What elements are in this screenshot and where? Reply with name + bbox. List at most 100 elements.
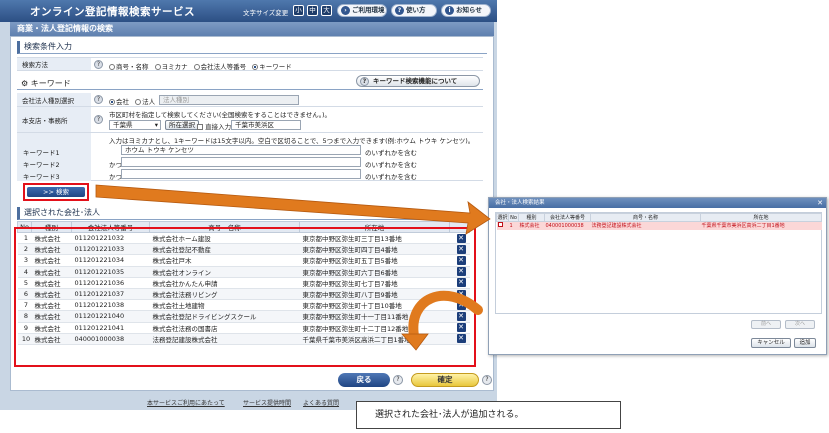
option-company-label: 会社 bbox=[116, 98, 129, 106]
footer-link-faq[interactable]: よくある質問 bbox=[303, 398, 339, 407]
option-name-label: 商号・名称 bbox=[116, 63, 149, 71]
keyword-3-input[interactable] bbox=[121, 169, 361, 179]
keyword-3-suffix: のいずれかを含む bbox=[365, 173, 417, 181]
dlg-col-name: 商号・名称 bbox=[590, 213, 701, 222]
dialog-result-row[interactable]: 1 株式会社 040001000038 法務登記建設株式会社 千葉県千葉市美浜区… bbox=[496, 221, 822, 230]
prefecture-value: 千葉県 bbox=[113, 121, 133, 129]
radio-name[interactable] bbox=[109, 64, 115, 70]
corp-type-select[interactable]: 法人種別 bbox=[159, 95, 299, 105]
dialog-cancel-button[interactable]: キャンセル bbox=[751, 338, 791, 348]
radio-kana[interactable] bbox=[154, 64, 161, 70]
news-button-label: お知らせ bbox=[456, 6, 482, 14]
company-type-row: 会社法人種別選択 ? 会社 法人 法人種別 bbox=[17, 93, 483, 107]
search-method-options: 商号・名称 ヨミカナ 会社法人等番号 キーワード bbox=[109, 61, 292, 71]
direct-input-checkbox[interactable] bbox=[197, 124, 203, 130]
dlg-no: 1 bbox=[508, 221, 519, 230]
keyword-hint: 入力はヨミカナとし、1キーワードは15文字以内。空白で区切ることで、5つまで入力… bbox=[109, 137, 475, 145]
option-kana-label: ヨミカナ bbox=[161, 63, 188, 71]
office-label: 本支店・事務所 bbox=[17, 107, 91, 132]
dlg-address: 千葉県千葉市美浜区高浜二丁目1番地 bbox=[700, 221, 822, 230]
howto-button-label: 使い方 bbox=[406, 6, 426, 14]
dialog-title: 会社・法人検索結果 bbox=[495, 200, 545, 206]
app-title: オンライン登記情報検索サービス bbox=[30, 6, 195, 18]
dlg-col-type: 種別 bbox=[518, 213, 545, 222]
option-corp-label: 法人 bbox=[142, 98, 156, 106]
dlg-col-no: No bbox=[508, 213, 519, 222]
keyword-help-button[interactable]: ? キーワード検索機能について bbox=[356, 75, 480, 87]
keyword-1-suffix: のいずれかを含む bbox=[365, 149, 417, 157]
prefecture-select[interactable]: 千葉県 ▾ bbox=[109, 120, 161, 130]
font-size-large-button[interactable]: 大 bbox=[321, 5, 332, 16]
keyword-2-suffix: のいずれかを含む bbox=[365, 161, 417, 169]
dialog-results-panel: 選択 No 種別 会社法人等番号 商号・名称 所在地 1 株式会社 040001… bbox=[495, 212, 822, 314]
caption: 選択された会社･法人が追加される。 bbox=[356, 401, 621, 429]
dlg-col-select: 選択 bbox=[496, 213, 509, 222]
direct-input-option: 直接入力 bbox=[197, 121, 231, 131]
dlg-name: 法務登記建設株式会社 bbox=[590, 221, 701, 230]
keyword-heading-text: キーワード bbox=[30, 79, 71, 88]
results-highlight-frame bbox=[14, 227, 476, 367]
search-method-row: 検索方法 ? 商号・名称 ヨミカナ 会社法人等番号 キーワード bbox=[17, 57, 483, 71]
keyword-1-input[interactable]: ホウム トウキ ケンセツ bbox=[121, 145, 361, 155]
search-button-highlight: >> 検索 bbox=[23, 183, 89, 201]
search-result-dialog: 会社・法人検索結果 ✕ 選択 No 種別 会社法人等番号 商号・名称 所在地 1 bbox=[488, 197, 827, 355]
keyword-2-input[interactable] bbox=[121, 157, 361, 167]
info-icon: i bbox=[445, 6, 454, 15]
question-icon: ? bbox=[395, 6, 404, 15]
keyword-help-label: キーワード検索機能について bbox=[373, 77, 458, 85]
dialog-header-row: 選択 No 種別 会社法人等番号 商号・名称 所在地 bbox=[496, 213, 822, 222]
dialog-title-bar: 会社・法人検索結果 ✕ bbox=[489, 198, 826, 208]
chevron-down-icon: ▾ bbox=[154, 121, 158, 129]
option-number-label: 会社法人等番号 bbox=[200, 63, 247, 71]
office-row: 本支店・事務所 ? 市区町村を指定して検索してください(全国検索をすることはでき… bbox=[17, 107, 483, 133]
divider bbox=[17, 89, 483, 90]
font-size-small-button[interactable]: 小 bbox=[293, 5, 304, 16]
app-header: オンライン登記情報検索サービス 文字サイズ変更 小 中 大 › ご利用環境 ? 使い… bbox=[0, 0, 497, 22]
radio-corp[interactable] bbox=[135, 99, 142, 105]
radio-keyword[interactable] bbox=[252, 64, 259, 70]
env-button-label: ご利用環境 bbox=[352, 6, 385, 14]
location-select-button[interactable]: 所在選択 bbox=[165, 120, 199, 130]
back-button[interactable]: 戻る bbox=[338, 373, 390, 387]
close-icon[interactable]: ✕ bbox=[817, 199, 823, 207]
company-type-label: 会社法人種別選択 bbox=[17, 93, 91, 106]
keyword-section-heading: ⚙ キーワード bbox=[21, 78, 71, 89]
select-checkbox[interactable] bbox=[497, 222, 503, 228]
keyword-3-label: キーワード3 bbox=[23, 173, 60, 181]
selected-section-heading: 選択された会社･法人 bbox=[17, 207, 487, 220]
help-icon[interactable]: ? bbox=[393, 375, 403, 385]
dlg-select-cell bbox=[496, 221, 509, 230]
keyword-2-label: キーワード2 bbox=[23, 161, 60, 169]
footer-link-hours[interactable]: サービス提供時間 bbox=[243, 398, 291, 407]
help-icon[interactable]: ? bbox=[94, 115, 103, 124]
font-size-medium-button[interactable]: 中 bbox=[307, 5, 318, 16]
keyword-1-label: キーワード1 bbox=[23, 149, 60, 157]
prev-page-button[interactable]: 前へ bbox=[751, 320, 781, 329]
confirm-button[interactable]: 確定 bbox=[411, 373, 479, 387]
footer-link-terms[interactable]: 本サービスご利用にあたって bbox=[147, 398, 225, 407]
keywords-row: 入力はヨミカナとし、1キーワードは15文字以内。空白で区切ることで、5つまで入力… bbox=[17, 133, 483, 181]
dialog-results-table: 選択 No 種別 会社法人等番号 商号・名称 所在地 1 株式会社 040001… bbox=[496, 213, 822, 230]
help-icon[interactable]: ? bbox=[482, 375, 492, 385]
dlg-col-number: 会社法人等番号 bbox=[544, 213, 591, 222]
dialog-add-button[interactable]: 追加 bbox=[794, 338, 816, 348]
help-icon[interactable]: ? bbox=[94, 95, 103, 104]
search-button[interactable]: >> 検索 bbox=[27, 187, 85, 197]
next-page-button[interactable]: 次へ bbox=[785, 320, 815, 329]
news-button[interactable]: i お知らせ bbox=[441, 4, 491, 17]
env-button[interactable]: › ご利用環境 bbox=[337, 4, 387, 17]
city-input[interactable]: 千葉市美浜区 bbox=[231, 120, 301, 130]
font-size-label: 文字サイズ変更 bbox=[243, 9, 289, 17]
option-keyword-label: キーワード bbox=[259, 63, 292, 71]
howto-button[interactable]: ? 使い方 bbox=[391, 4, 437, 17]
radio-company[interactable] bbox=[109, 99, 115, 105]
help-icon[interactable]: ? bbox=[94, 60, 103, 69]
search-method-label: 検索方法 bbox=[17, 58, 91, 70]
dlg-number: 040001000038 bbox=[544, 221, 591, 230]
search-section-heading: 検索条件入力 bbox=[17, 41, 487, 54]
radio-number[interactable] bbox=[193, 64, 200, 70]
gear-icon: ⚙ bbox=[21, 79, 29, 88]
arrow-icon: › bbox=[341, 6, 350, 15]
office-hint: 市区町村を指定して検索してください(全国検索をすることはできません。)。 bbox=[109, 111, 332, 119]
dlg-type: 株式会社 bbox=[518, 221, 545, 230]
